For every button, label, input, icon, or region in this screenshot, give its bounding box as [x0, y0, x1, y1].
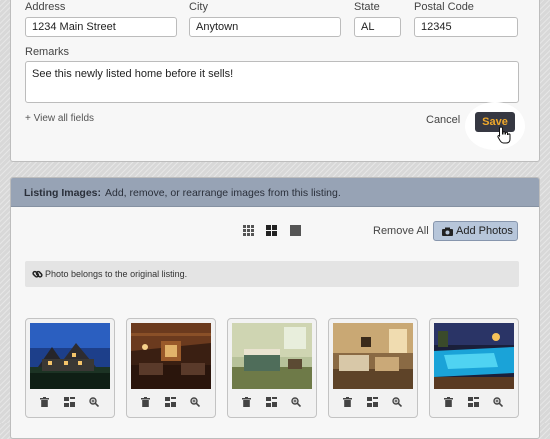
city-label: City	[189, 1, 208, 13]
living-room-photo	[131, 323, 211, 389]
photo-actions	[228, 397, 316, 409]
remove-all-button[interactable]: Remove All	[373, 225, 429, 237]
view-all-fields-link[interactable]: + View all fields	[25, 113, 94, 124]
zoom-in-icon[interactable]	[291, 397, 302, 410]
notice-text: Photo belongs to the original listing.	[45, 269, 188, 279]
pool-photo	[434, 323, 514, 389]
bedroom-photo	[232, 323, 312, 389]
notice-bar: Photo belongs to the original listing.	[25, 261, 519, 287]
large-view-icon[interactable]	[290, 225, 301, 236]
trash-icon[interactable]	[141, 397, 150, 410]
link-icon	[32, 269, 43, 283]
photo-card[interactable]	[126, 318, 216, 418]
state-field[interactable]: AL	[354, 17, 401, 37]
zoom-in-icon[interactable]	[89, 397, 100, 410]
photo-actions	[26, 397, 114, 409]
state-label: State	[354, 1, 380, 13]
listing-images-title: Listing Images:	[24, 187, 102, 199]
listing-images-header: Listing Images: Add, remove, or rearrang…	[11, 178, 539, 207]
address-label: Address	[25, 1, 66, 13]
remarks-field[interactable]: See this newly listed home before it sel…	[25, 61, 519, 103]
trash-icon[interactable]	[242, 397, 251, 410]
trash-icon[interactable]	[343, 397, 352, 410]
photo-card[interactable]	[227, 318, 317, 418]
reorder-icon[interactable]	[64, 397, 75, 410]
house-exterior-photo	[30, 323, 110, 389]
family-room-photo	[333, 323, 413, 389]
zoom-in-icon[interactable]	[190, 397, 201, 410]
trash-icon[interactable]	[444, 397, 453, 410]
photo-actions	[329, 397, 417, 409]
add-photos-label: Add Photos	[456, 225, 513, 237]
address-field[interactable]: 1234 Main Street	[25, 17, 177, 37]
photo-actions	[430, 397, 518, 409]
listing-images-panel: Listing Images: Add, remove, or rearrang…	[10, 177, 540, 439]
reorder-icon[interactable]	[468, 397, 479, 410]
hand-cursor-icon	[497, 126, 511, 147]
photo-actions	[127, 397, 215, 409]
remarks-label: Remarks	[25, 46, 70, 58]
add-photos-button[interactable]: Add Photos	[433, 221, 518, 241]
reorder-icon[interactable]	[367, 397, 378, 410]
listing-details-panel: Address 1234 Main Street City Anytown St…	[10, 0, 540, 162]
zoom-in-icon[interactable]	[392, 397, 403, 410]
trash-icon[interactable]	[40, 397, 49, 410]
small-grid-icon[interactable]	[243, 225, 254, 236]
postal-code-field[interactable]: 12345	[414, 17, 518, 37]
medium-grid-icon[interactable]	[266, 225, 277, 236]
city-field[interactable]: Anytown	[189, 17, 341, 37]
photo-card[interactable]	[25, 318, 115, 418]
postal-code-label: Postal Code	[414, 1, 474, 13]
photo-card[interactable]	[328, 318, 418, 418]
photo-card[interactable]	[429, 318, 519, 418]
cancel-button[interactable]: Cancel	[426, 114, 460, 126]
zoom-in-icon[interactable]	[493, 397, 504, 410]
listing-images-description: Add, remove, or rearrange images from th…	[105, 187, 341, 199]
reorder-icon[interactable]	[165, 397, 176, 410]
camera-icon	[442, 227, 453, 236]
reorder-icon[interactable]	[266, 397, 277, 410]
